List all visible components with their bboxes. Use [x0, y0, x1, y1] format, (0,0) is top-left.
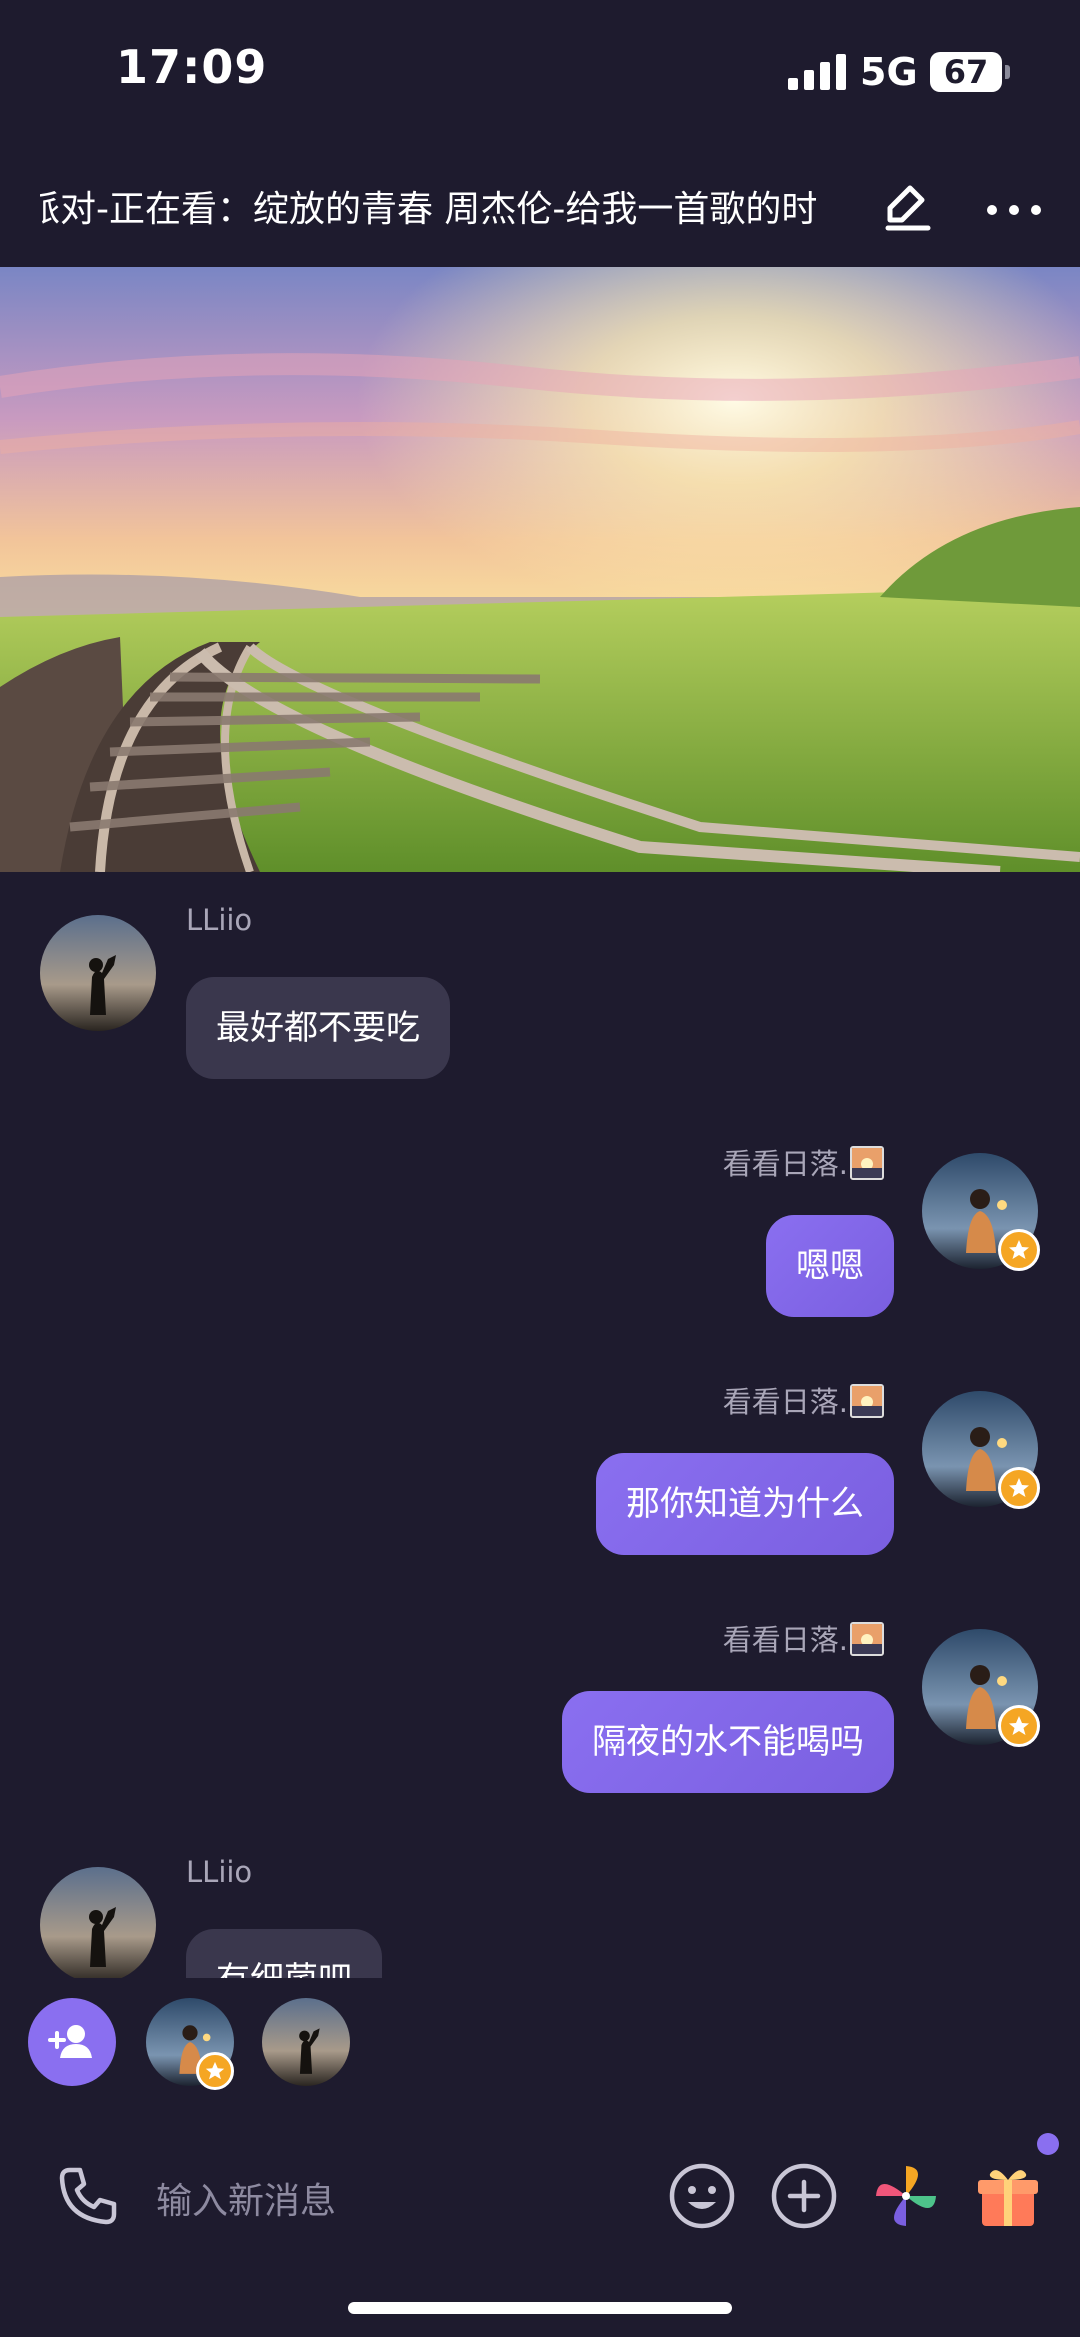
message-bubble[interactable]: 那你知道为什么	[596, 1453, 894, 1555]
sender-name-text: 看看日落.	[722, 1385, 848, 1419]
star-badge-icon	[998, 1229, 1040, 1271]
pinwheel-icon[interactable]	[870, 2160, 942, 2232]
message-input[interactable]: 输入新消息	[156, 2172, 336, 2224]
room-title: 派对-正在看：绽放的青春 周杰伦-给我一首歌的时间	[40, 189, 820, 230]
emoji-icon[interactable]	[666, 2160, 738, 2232]
status-bar: 17:09 5G 67	[0, 0, 1080, 140]
sender-name: 看看日落.	[723, 1617, 884, 1659]
sender-name: 看看日落.	[723, 1141, 884, 1183]
notification-dot	[1037, 2133, 1059, 2155]
message-list[interactable]: LLiio 最好都不要吃 看看日落. 嗯嗯 看看日落. 那你知道为什么 看看日落…	[0, 873, 1080, 1978]
gift-icon[interactable]	[972, 2160, 1044, 2232]
more-icon[interactable]	[982, 178, 1046, 242]
sunset-icon	[850, 1146, 884, 1180]
sunset-icon	[850, 1384, 884, 1418]
message-bubble[interactable]: 隔夜的水不能喝吗	[562, 1691, 894, 1793]
star-badge-icon	[998, 1705, 1040, 1747]
mic-seat-row	[0, 1978, 1080, 2098]
status-time: 17:09	[116, 40, 268, 94]
star-badge-icon	[998, 1467, 1040, 1509]
sender-name-text: 看看日落.	[722, 1623, 848, 1657]
sender-name: 看看日落.	[723, 1379, 884, 1421]
sender-name-text: 看看日落.	[722, 1147, 848, 1181]
input-bar: 输入新消息	[0, 2130, 1080, 2260]
avatar[interactable]	[40, 915, 156, 1031]
sender-name: LLiio	[186, 903, 253, 937]
seat-avatar[interactable]	[262, 1998, 350, 2086]
battery-icon: 67	[930, 52, 1010, 92]
room-header: 派对-正在看：绽放的青春 周杰伦-给我一首歌的时间	[0, 150, 1080, 265]
add-user-button[interactable]	[28, 1998, 116, 2086]
sunset-icon	[850, 1622, 884, 1656]
star-badge-icon	[196, 2052, 234, 2090]
edit-icon[interactable]	[876, 178, 940, 242]
banner-image	[0, 267, 1080, 872]
message-bubble[interactable]: 嗯嗯	[766, 1215, 894, 1317]
home-indicator	[348, 2302, 732, 2314]
plus-icon[interactable]	[768, 2160, 840, 2232]
phone-icon[interactable]	[52, 2160, 124, 2232]
message-bubble[interactable]: 有细菌吧	[186, 1929, 382, 1978]
room-title-marquee[interactable]: 派对-正在看：绽放的青春 周杰伦-给我一首歌的时间	[40, 180, 820, 240]
signal-icon	[788, 54, 846, 90]
add-user-icon	[48, 2025, 92, 2058]
sender-name: LLiio	[186, 1855, 253, 1889]
avatar[interactable]	[40, 1867, 156, 1978]
network-type: 5G	[860, 50, 918, 94]
message-bubble[interactable]: 最好都不要吃	[186, 977, 450, 1079]
